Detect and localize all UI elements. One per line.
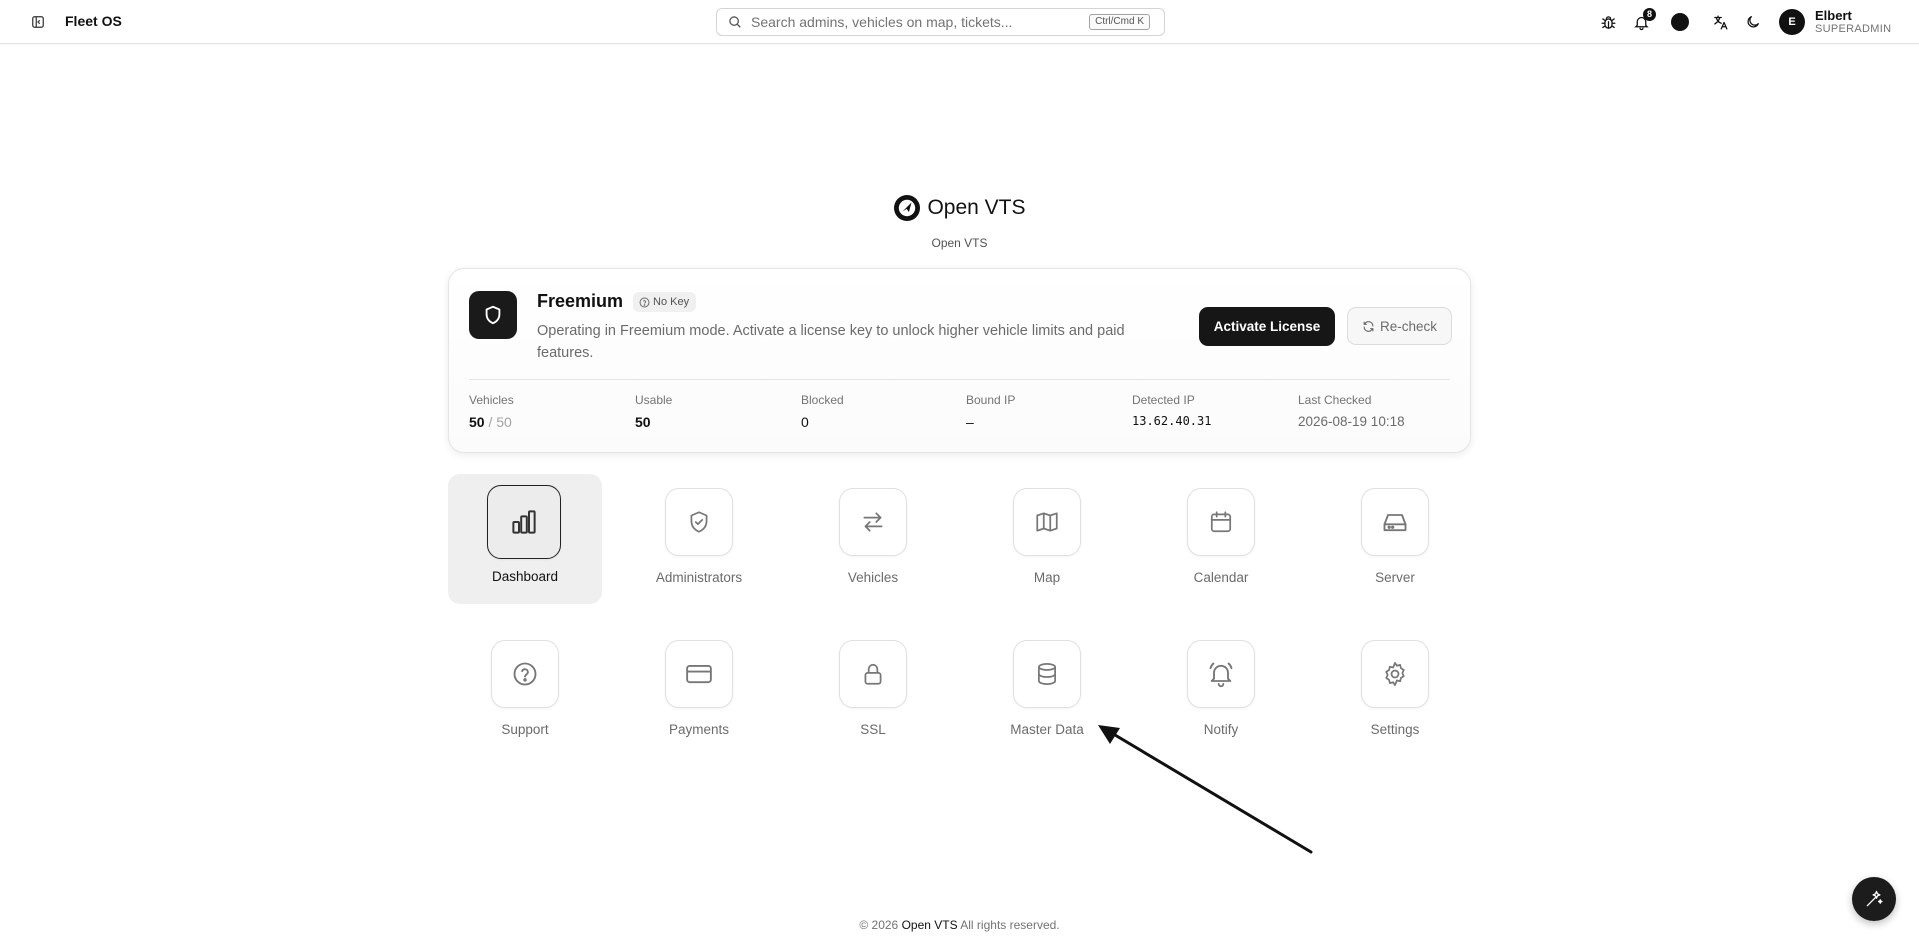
app-support[interactable]: Support [448, 626, 602, 756]
lock-icon [839, 640, 907, 708]
open-vts-logo-icon [894, 195, 921, 221]
stat-label: Blocked [801, 393, 844, 407]
stat-value: 0 [801, 414, 809, 430]
recheck-label: Re-check [1379, 318, 1438, 334]
notification-count-badge: 8 [1643, 8, 1656, 21]
app-calendar[interactable]: Calendar [1144, 474, 1298, 604]
stat-blocked: Blocked 0 [801, 393, 844, 430]
bar-chart-icon [487, 485, 561, 559]
app-label: Settings [1370, 722, 1420, 737]
app-settings[interactable]: Settings [1318, 626, 1472, 756]
ai-assistant-button[interactable] [1852, 877, 1896, 921]
vehicles-limit: 50 [496, 414, 512, 430]
translate-icon[interactable] [1709, 11, 1731, 33]
footer: © 2026 Open VTS All rights reserved. [0, 918, 1919, 932]
app-label: Payments [668, 722, 730, 737]
sparkles-icon [1866, 890, 1883, 907]
activate-license-button[interactable]: Activate License [1199, 307, 1335, 346]
avatar[interactable]: E [1779, 9, 1805, 35]
top-bar: Fleet OS Ctrl/Cmd K 8 E Elbert SUPERADMI… [0, 0, 1919, 44]
user-name[interactable]: Elbert [1815, 8, 1852, 23]
app-logo: Open VTS [0, 194, 1919, 222]
stat-value: 2026-08-19 10:18 [1298, 414, 1405, 429]
license-plan-name: Freemium [537, 291, 624, 311]
app-label: Map [1033, 570, 1061, 585]
app-server[interactable]: Server [1318, 474, 1472, 604]
map-icon [1013, 488, 1081, 556]
stat-bound-ip: Bound IP – [966, 393, 1015, 430]
app-ssl[interactable]: SSL [796, 626, 950, 756]
help-circle-icon [639, 297, 650, 307]
page-subtitle: Open VTS [931, 236, 988, 250]
app-map[interactable]: Map [970, 474, 1124, 604]
bug-icon[interactable] [1597, 11, 1619, 33]
app-payments[interactable]: Payments [622, 626, 776, 756]
app-label: Vehicles [847, 570, 899, 585]
footer-rights: All rights reserved. [960, 918, 1060, 932]
search-shortcut-hint: Ctrl/Cmd K [1089, 14, 1150, 30]
footer-brand-link[interactable]: Open VTS [902, 918, 958, 932]
license-key-badge-label: No Key [653, 296, 690, 308]
bell-icon[interactable]: 8 [1630, 8, 1656, 33]
shield-check-icon [665, 488, 733, 556]
vehicles-count: 50 [469, 414, 485, 430]
stat-label: Vehicles [469, 393, 514, 407]
global-search[interactable]: Ctrl/Cmd K [716, 8, 1165, 36]
logo-text: Open VTS [927, 196, 1026, 219]
shield-icon [469, 291, 517, 339]
stat-last-checked: Last Checked 2026-08-19 10:18 [1298, 393, 1405, 429]
panel-toggle-icon[interactable] [28, 12, 48, 32]
app-vehicles[interactable]: Vehicles [796, 474, 950, 604]
theme-color-icon[interactable] [1669, 11, 1691, 33]
recheck-button[interactable]: Re-check [1347, 307, 1452, 345]
bell-ring-icon [1187, 640, 1255, 708]
stat-vehicles: Vehicles 50 / 50 [469, 393, 514, 430]
arrows-left-right-icon [839, 488, 907, 556]
user-role: SUPERADMIN [1815, 23, 1892, 35]
gear-icon [1361, 640, 1429, 708]
hard-drive-icon [1361, 488, 1429, 556]
annotation-arrow [1098, 725, 1313, 854]
app-label: Calendar [1193, 570, 1249, 585]
credit-card-icon [665, 640, 733, 708]
database-icon [1013, 640, 1081, 708]
stat-value: 50 [635, 414, 651, 430]
footer-copyright: © 2026 [859, 918, 899, 932]
card-divider [469, 379, 1450, 380]
search-icon [727, 14, 743, 30]
calendar-icon [1187, 488, 1255, 556]
app-dashboard[interactable]: Dashboard [448, 474, 602, 604]
stat-value: 50 / 50 [469, 414, 514, 430]
stat-value: 13.62.40.31 [1132, 414, 1212, 428]
vehicles-separator: / [484, 414, 497, 430]
search-input[interactable] [751, 14, 1081, 30]
refresh-icon [1363, 320, 1374, 332]
app-label: SSL [860, 722, 886, 737]
license-description: Operating in Freemium mode. Activate a l… [537, 323, 1125, 361]
app-label: Administrators [655, 570, 743, 585]
stat-label: Usable [635, 393, 673, 407]
app-brand[interactable]: Fleet OS [65, 13, 122, 29]
app-label: Support [501, 722, 549, 737]
stat-usable: Usable 50 [635, 393, 672, 430]
app-label: Dashboard [491, 569, 559, 584]
stat-detected-ip: Detected IP 13.62.40.31 [1132, 393, 1211, 428]
help-circle-icon [491, 640, 559, 708]
stat-label: Bound IP [966, 393, 1016, 407]
app-administrators[interactable]: Administrators [622, 474, 776, 604]
stat-label: Detected IP [1132, 393, 1195, 407]
app-label: Server [1375, 570, 1415, 585]
stat-label: Last Checked [1298, 393, 1372, 407]
license-key-badge: No Key [633, 292, 697, 312]
license-card: Freemium No Key Operating in Freemium mo… [448, 268, 1471, 453]
moon-icon[interactable] [1742, 11, 1764, 33]
stat-value: – [966, 414, 974, 430]
